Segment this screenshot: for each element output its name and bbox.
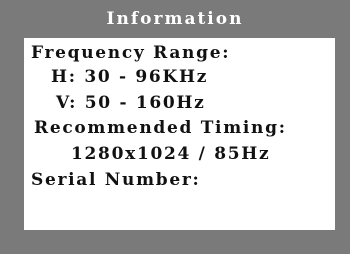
frequency-range-label: Frequency Range:: [31, 43, 231, 63]
info-panel: Frequency Range: H: 30 - 96KHz V: 50 - 1…: [24, 38, 335, 230]
osd-title: Information: [106, 9, 244, 29]
serial-number-label: Serial Number:: [31, 170, 201, 190]
recommended-timing-value: 1280x1024 / 85Hz: [71, 144, 271, 164]
recommended-timing-label: Recommended Timing:: [34, 118, 287, 138]
vertical-frequency-value: V: 50 - 160Hz: [56, 93, 206, 113]
horizontal-frequency-value: H: 30 - 96KHz: [51, 67, 209, 87]
